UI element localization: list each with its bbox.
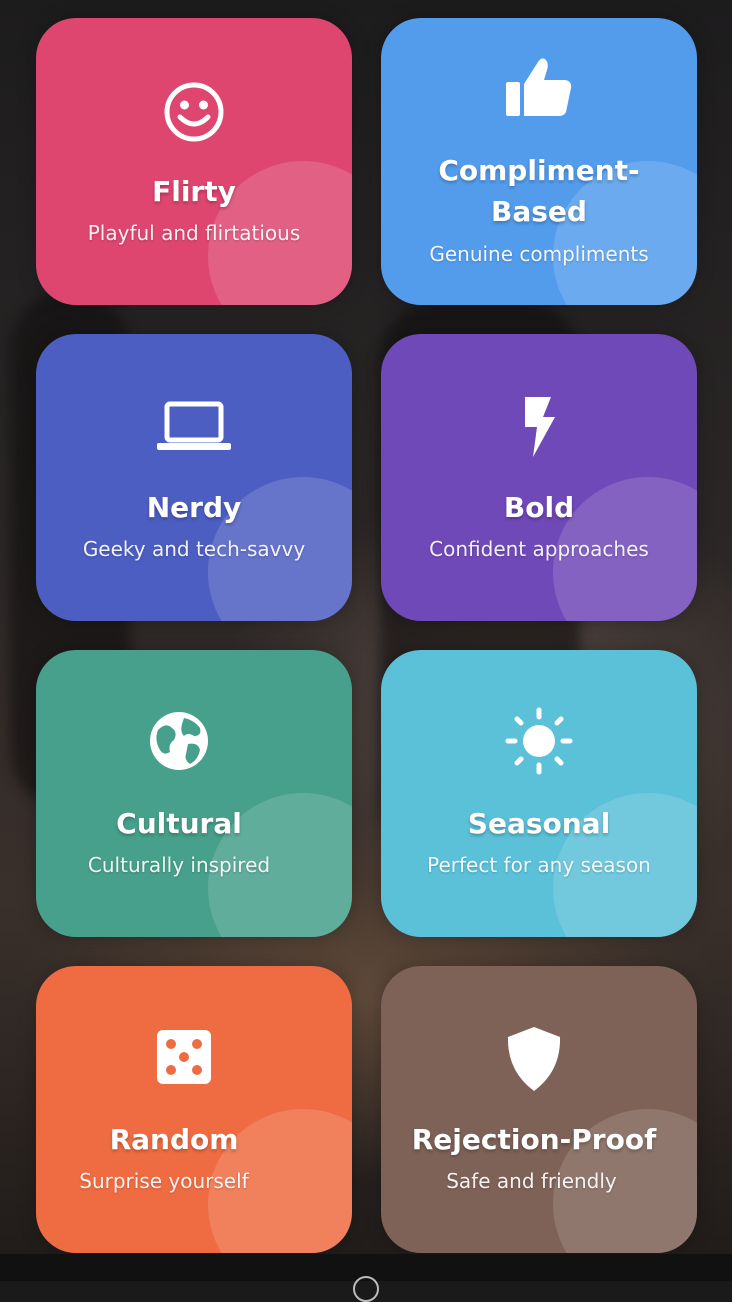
card-subtitle: Genuine compliments [429, 242, 649, 266]
thumbs-up-icon [381, 56, 697, 120]
card-subtitle: Perfect for any season [427, 853, 651, 877]
category-card-seasonal[interactable]: Seasonal Perfect for any season [381, 650, 697, 937]
card-subtitle: Confident approaches [429, 537, 649, 561]
laptop-icon [36, 396, 352, 456]
category-card-random[interactable]: Random Surprise yourself [36, 966, 352, 1253]
lightning-bolt-icon [381, 394, 697, 460]
category-card-nerdy[interactable]: Nerdy Geeky and tech-savvy [36, 334, 352, 621]
card-title: Compliment- Based [438, 154, 640, 228]
card-title: Random [109, 1123, 239, 1156]
dice-icon [36, 1026, 352, 1088]
category-card-compliment-based[interactable]: Compliment- Based Genuine compliments [381, 18, 697, 305]
card-title: Cultural [116, 807, 242, 840]
card-title: Bold [503, 491, 575, 524]
card-subtitle: Playful and flirtatious [87, 221, 301, 245]
card-subtitle: Culturally inspired [87, 853, 271, 877]
sun-icon [381, 707, 697, 775]
category-card-bold[interactable]: Bold Confident approaches [381, 334, 697, 621]
card-title: Rejection-Proof [411, 1123, 657, 1156]
category-card-rejection-proof[interactable]: Rejection-Proof Safe and friendly [381, 966, 697, 1253]
shield-icon [381, 1024, 697, 1094]
card-title: Seasonal [467, 807, 611, 840]
card-subtitle: Surprise yourself [79, 1169, 249, 1193]
card-subtitle: Geeky and tech-savvy [82, 537, 306, 561]
card-title: Nerdy [146, 491, 242, 524]
smiley-icon [36, 80, 352, 144]
category-card-flirty[interactable]: Flirty Playful and flirtatious [36, 18, 352, 305]
card-subtitle: Safe and friendly [446, 1169, 617, 1193]
globe-icon [36, 709, 352, 773]
home-button[interactable] [353, 1276, 379, 1302]
category-card-cultural[interactable]: Cultural Culturally inspired [36, 650, 352, 937]
card-title: Flirty [152, 175, 236, 208]
